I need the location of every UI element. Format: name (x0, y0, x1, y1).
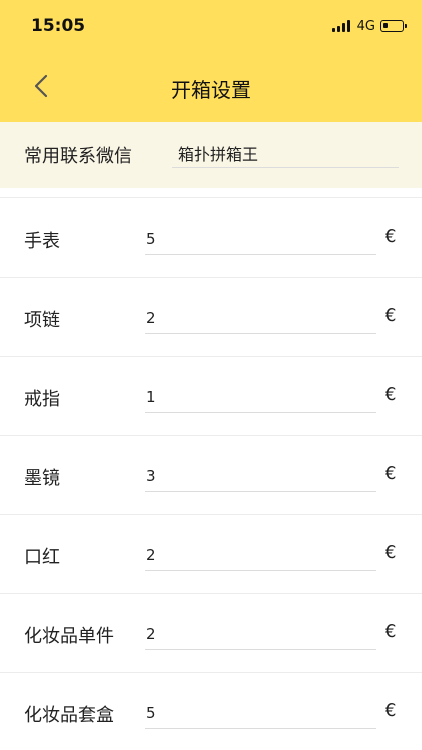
euro-icon: € (385, 384, 397, 405)
price-list: 手表 € 项链 € 戒指 € 墨镜 € 口红 € 化妆品单件 € 化妆品套盒 € (0, 199, 422, 750)
battery-icon (380, 20, 407, 32)
euro-icon: € (385, 621, 397, 642)
price-row: 墨镜 € (0, 436, 422, 515)
euro-icon: € (385, 463, 397, 484)
price-input[interactable] (145, 539, 376, 571)
price-row: 戒指 € (0, 357, 422, 436)
price-input[interactable] (145, 302, 376, 334)
item-label: 手表 (24, 231, 60, 252)
nav-bar: 开箱设置 (0, 52, 422, 122)
wechat-input[interactable] (172, 138, 399, 168)
price-row: 项链 € (0, 278, 422, 357)
item-label: 戒指 (24, 389, 60, 410)
price-input[interactable] (145, 460, 376, 492)
wechat-row: 常用联系微信 (0, 122, 422, 188)
price-row: 口红 € (0, 515, 422, 594)
price-row: 化妆品套盒 € (0, 673, 422, 750)
price-input[interactable] (145, 697, 376, 729)
price-input[interactable] (145, 223, 376, 255)
item-label: 墨镜 (24, 468, 60, 489)
price-row: 手表 € (0, 199, 422, 278)
euro-icon: € (385, 226, 397, 247)
euro-icon: € (385, 305, 397, 326)
price-input[interactable] (145, 618, 376, 650)
network-type: 4G (356, 18, 375, 34)
item-label: 化妆品单件 (24, 626, 114, 647)
status-indicators: 4G (331, 18, 407, 34)
section-divider (0, 188, 422, 198)
euro-icon: € (385, 700, 397, 721)
item-label: 化妆品套盒 (24, 705, 114, 726)
price-row: 化妆品单件 € (0, 594, 422, 673)
status-time: 15:05 (31, 16, 86, 36)
price-input[interactable] (145, 381, 376, 413)
signal-icon (331, 20, 352, 32)
wechat-label: 常用联系微信 (24, 146, 132, 167)
header: 15:05 4G 开箱设置 (0, 0, 422, 122)
status-bar: 15:05 4G (0, 0, 422, 52)
item-label: 项链 (24, 310, 60, 331)
page-title: 开箱设置 (171, 78, 251, 102)
item-label: 口红 (24, 547, 60, 568)
euro-icon: € (385, 542, 397, 563)
